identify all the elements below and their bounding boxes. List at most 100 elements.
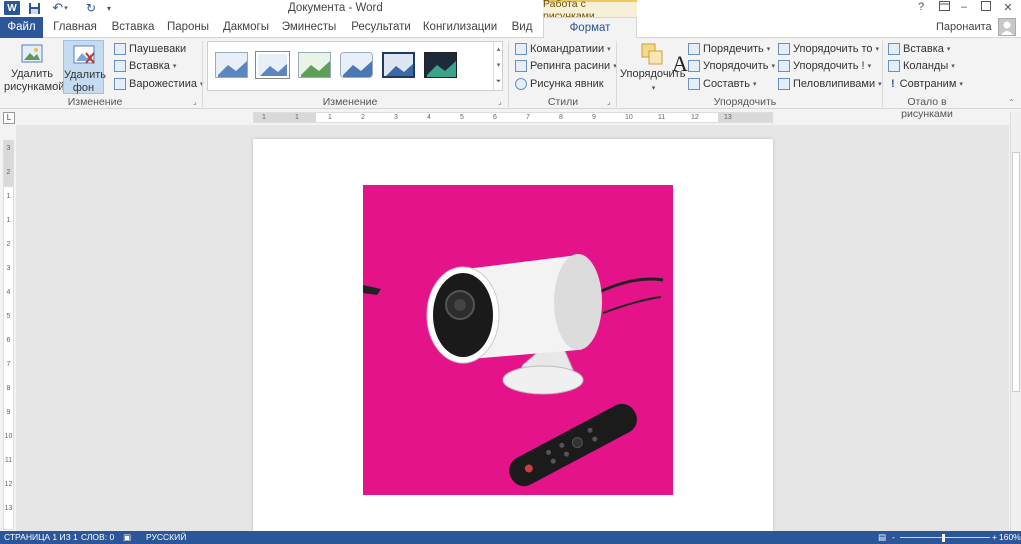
ruler-tick: 9 xyxy=(592,114,596,121)
zoom-slider-thumb[interactable] xyxy=(942,534,945,542)
tab-review[interactable]: Конгилизации xyxy=(421,17,499,38)
ruler-tick: 1 xyxy=(295,114,299,121)
position-button[interactable]: Упорядочить ▾ xyxy=(620,40,685,94)
vertical-ruler[interactable]: 3 2 1 1 2 3 4 5 6 7 8 9 10 11 12 13 xyxy=(3,140,14,530)
undo-icon[interactable]: ↶ ▾ xyxy=(50,0,70,15)
tab-view[interactable]: Вид xyxy=(506,17,538,38)
document-title: Документа - Word xyxy=(288,2,383,14)
picture-effects-button[interactable]: Репинга расини ▾ xyxy=(515,58,617,74)
tab-insert[interactable]: Вставка xyxy=(108,17,158,38)
redo-icon[interactable]: ↻ xyxy=(82,1,100,15)
ruler-tick: 10 xyxy=(625,114,633,121)
tab-layout[interactable]: Дакмогы xyxy=(218,17,274,38)
ribbon-display-icon[interactable] xyxy=(935,1,953,15)
tab-mailings[interactable]: Ресультати xyxy=(346,17,416,38)
ruler-tick: 12 xyxy=(691,114,699,121)
scrollbar-thumb[interactable] xyxy=(1012,152,1020,392)
ruler-tick: 5 xyxy=(460,114,464,121)
ruler-tick: 8 xyxy=(559,114,563,121)
style-thumb[interactable] xyxy=(298,52,331,78)
style-thumb[interactable] xyxy=(215,52,248,78)
zoom-level[interactable]: 160% xyxy=(999,532,1021,543)
ruler-tick: 2 xyxy=(361,114,365,121)
ruler-tick: 6 xyxy=(6,337,11,344)
maximize-icon[interactable] xyxy=(977,1,995,15)
collapse-ribbon-icon[interactable]: ⌃ xyxy=(1008,98,1015,107)
color-button[interactable]: Вставка ▾ xyxy=(114,58,176,74)
crop-button[interactable]: Вставка ▾ xyxy=(888,41,950,57)
align-button[interactable]: Упорядочить то ▾ xyxy=(778,41,879,57)
dialog-launcher-icon[interactable]: ⌟ xyxy=(498,97,502,106)
title-bar: W ↶ ▾ ↻ ▾ Документа - Word Работа с рисун… xyxy=(0,0,1021,22)
style-thumb[interactable] xyxy=(424,52,457,78)
artistic-effects-button[interactable]: Варожестииа▾ xyxy=(114,76,204,92)
dialog-launcher-icon[interactable]: ⌟ xyxy=(607,97,611,106)
save-icon[interactable] xyxy=(27,1,41,15)
picture-layout-button[interactable]: Рисунка явник xyxy=(515,76,604,92)
horizontal-ruler[interactable]: 1 1 1 2 3 4 5 6 7 8 9 10 11 12 13 xyxy=(253,112,773,123)
height-icon xyxy=(888,60,900,72)
zoom-slider[interactable] xyxy=(900,537,990,538)
tab-format[interactable]: Формат xyxy=(543,17,637,39)
avatar[interactable] xyxy=(998,18,1016,36)
selection-pane-icon xyxy=(688,78,700,90)
group-separator xyxy=(616,41,617,107)
picture-border-button[interactable]: Командратиии ▾ xyxy=(515,41,611,57)
gallery-down-icon[interactable]: ▾ xyxy=(493,58,503,74)
dialog-launcher-icon[interactable]: ⌟ xyxy=(193,97,197,106)
ruler-tick: 1 xyxy=(262,114,266,121)
selection-pane-button[interactable]: Составть ▾ xyxy=(688,76,756,92)
height-button[interactable]: Коланды ▾ xyxy=(888,58,955,74)
tab-home[interactable]: Главная xyxy=(50,17,100,38)
ruler-tick: 3 xyxy=(6,145,11,152)
language[interactable]: РУССКИЙ xyxy=(146,532,186,543)
rotate-icon xyxy=(778,78,790,90)
ruler-tick: 8 xyxy=(6,385,11,392)
close-icon[interactable]: ✕ xyxy=(999,1,1017,15)
customize-qat-icon[interactable]: ▾ xyxy=(104,1,114,15)
tab-references[interactable]: Эминесты xyxy=(279,17,339,38)
tab-selector[interactable]: L xyxy=(3,112,15,124)
style-thumb[interactable] xyxy=(382,52,415,78)
group-separator xyxy=(882,41,883,107)
ruler-tick: 4 xyxy=(6,289,11,296)
width-button[interactable]: ! Совтраним ▾ xyxy=(888,76,963,92)
group-icon xyxy=(778,60,790,72)
projector-image[interactable] xyxy=(363,185,673,495)
gallery-up-icon[interactable]: ▴ xyxy=(493,42,503,58)
ruler-tick: 6 xyxy=(493,114,497,121)
rotate-button[interactable]: Пеловлипивами ▾ xyxy=(778,76,882,92)
crop-icon xyxy=(888,43,900,55)
page-count[interactable]: СТРАНИЦА 1 ИЗ 1 xyxy=(4,532,78,543)
tab-file[interactable]: Файл xyxy=(0,17,43,38)
zoom-in-button[interactable]: + xyxy=(992,532,997,543)
bring-forward-icon xyxy=(688,43,700,55)
user-name[interactable]: Паронаита xyxy=(936,21,992,33)
picture-styles-gallery[interactable]: A ▴ ▾ ⏷ xyxy=(207,41,688,91)
gallery-more-icon[interactable]: ⏷ xyxy=(493,74,503,90)
send-backward-button[interactable]: Упорядочить ▾ xyxy=(688,58,775,74)
styles-group-label: Изменение xyxy=(322,96,378,108)
style-thumb[interactable] xyxy=(340,52,373,78)
ruler-tick: 4 xyxy=(427,114,431,121)
send-backward-icon xyxy=(688,60,700,72)
ruler-tick: 1 xyxy=(6,193,11,200)
border-icon xyxy=(515,43,527,55)
help-button[interactable]: ? xyxy=(912,1,930,15)
style-thumb[interactable] xyxy=(255,51,290,79)
ruler-tick: 3 xyxy=(394,114,398,121)
corrections-button[interactable]: Паушеваки xyxy=(114,41,186,57)
tab-design[interactable]: Пароны xyxy=(163,17,213,38)
group-separator xyxy=(508,41,509,107)
bring-forward-button[interactable]: Порядечить ▾ xyxy=(688,41,770,57)
group-button[interactable]: Упорядочить ! ▾ xyxy=(778,58,871,74)
minimize-icon[interactable]: – xyxy=(955,1,973,15)
remove-background-button[interactable]: Удалить фон xyxy=(63,40,106,94)
delete-pictures-button[interactable]: Удалить рисункамой xyxy=(4,40,64,94)
zoom-out-button[interactable]: - xyxy=(892,532,895,543)
read-mode-icon[interactable]: ▤ xyxy=(878,532,886,543)
word-count[interactable]: СЛОВ: 0 xyxy=(81,532,114,543)
proofing-icon[interactable]: ▣ xyxy=(123,532,131,543)
ruler-tick: 3 xyxy=(6,265,11,272)
vertical-scrollbar[interactable] xyxy=(1010,112,1021,531)
